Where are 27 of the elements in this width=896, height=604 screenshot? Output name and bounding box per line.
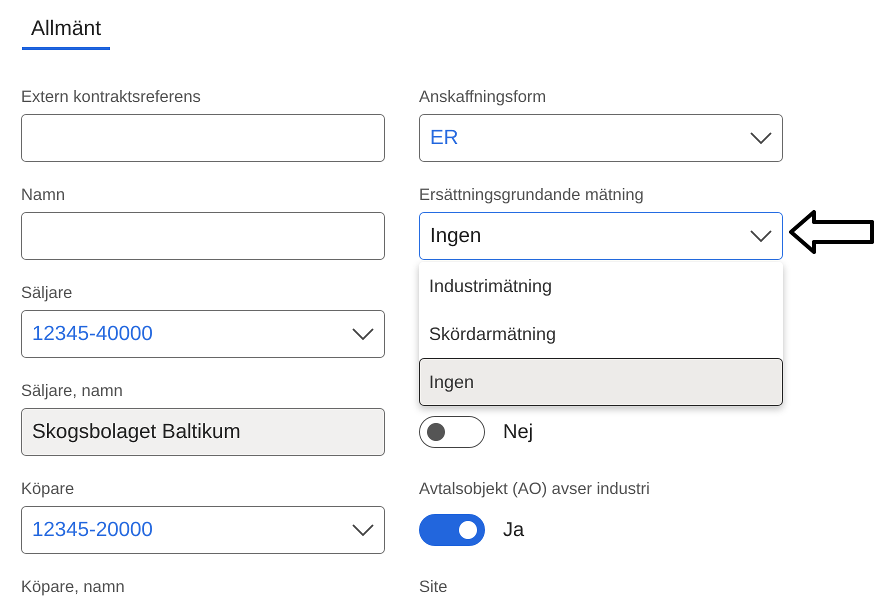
- field-label: Säljare, namn: [21, 382, 123, 402]
- dropdown-option[interactable]: Industrimätning: [419, 262, 783, 310]
- field-label: Ersättningsgrundande mätning: [419, 186, 644, 206]
- toggle-state-text: Nej: [503, 420, 534, 444]
- field-label: Säljare: [21, 284, 72, 304]
- field-label: Namn: [21, 186, 66, 206]
- tab[interactable]: Allmänt: [22, 0, 110, 50]
- toggle-state-text: Ja: [503, 518, 524, 542]
- dropdown-option[interactable]: Ingen: [419, 358, 783, 406]
- field-label: Anskaffningsform: [419, 88, 546, 108]
- chevron-down-icon[interactable]: [352, 327, 374, 341]
- text-field[interactable]: [21, 114, 385, 162]
- arrow-annotation-icon: [788, 208, 876, 256]
- field-label: Köpare, namn: [21, 578, 125, 598]
- text-field[interactable]: [21, 212, 385, 260]
- toggle-switch[interactable]: [419, 416, 485, 448]
- dropdown-option[interactable]: Skördarmätning: [419, 310, 783, 358]
- readonly-field: Skogsbolaget Baltikum: [21, 408, 385, 456]
- field-label: Köpare: [21, 480, 74, 500]
- field-label: Site: [419, 578, 448, 598]
- field-label: Extern kontraktsreferens: [21, 88, 201, 108]
- chevron-down-icon[interactable]: [750, 131, 772, 145]
- field-label: Avtalsobjekt (AO) avser industri: [419, 480, 650, 500]
- chevron-down-icon[interactable]: [750, 229, 772, 243]
- chevron-down-icon[interactable]: [352, 523, 374, 537]
- combo-box[interactable]: Ingen: [419, 212, 783, 260]
- toggle-switch[interactable]: [419, 514, 485, 546]
